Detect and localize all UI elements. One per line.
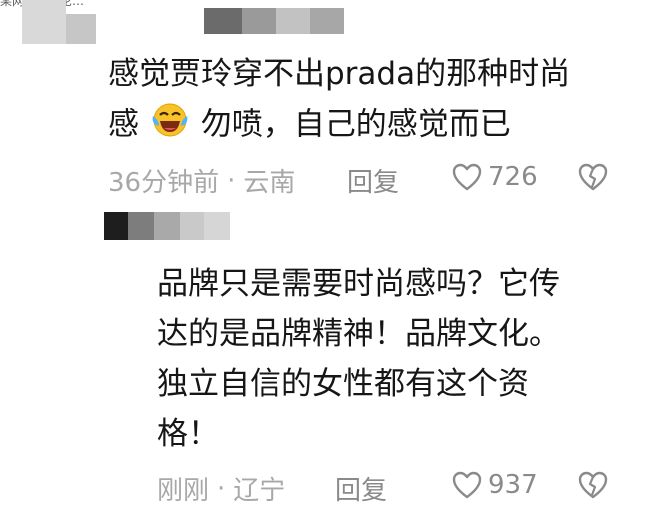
heart-icon xyxy=(452,163,482,191)
comment2-time: 刚刚 xyxy=(157,476,210,506)
comment2-line4: 格！ xyxy=(157,416,219,452)
comment2-like-button[interactable]: 937 xyxy=(452,470,538,500)
comment1-line2-start: 感 xyxy=(108,106,139,143)
meta-separator: · xyxy=(217,473,226,504)
comment1-line2-end: 勿喷，自己的感觉而已 xyxy=(200,106,511,143)
comment2-username-mosaic xyxy=(104,212,230,240)
comment2-meta: 刚刚 · 辽宁 xyxy=(157,470,285,507)
comment1-username-mosaic xyxy=(204,8,344,34)
comment1-line2: 感 勿喷，自己的感觉而已 xyxy=(108,100,511,152)
comment1-line1: 感觉贾玲穿不出prada的那种时尚 xyxy=(108,56,571,92)
comment1-reply-button[interactable]: 回复 xyxy=(347,162,399,199)
comment2-line1: 品牌只是需要时尚感吗？它传 xyxy=(157,266,560,302)
comment1-location: 云南 xyxy=(243,168,296,198)
comment1-dislike-button[interactable] xyxy=(578,163,608,195)
comment2-dislike-button[interactable] xyxy=(578,471,608,503)
comment2-line3: 独立自信的女性都有这个资 xyxy=(157,366,529,402)
comment1-meta: 36分钟前 · 云南 xyxy=(108,162,295,199)
comment2-location: 辽宁 xyxy=(233,476,286,506)
comment2-reply-button[interactable]: 回复 xyxy=(335,470,387,507)
top-cutoff-text-area: 某网友的评论… xyxy=(0,0,659,8)
broken-heart-icon xyxy=(578,471,608,499)
comment2-line2: 达的是品牌精神！品牌文化。 xyxy=(157,316,560,352)
comment1-time: 36分钟前 xyxy=(108,168,220,198)
comment1-like-count: 726 xyxy=(488,162,538,192)
broken-heart-icon xyxy=(578,163,608,191)
comment2-like-count: 937 xyxy=(488,470,538,500)
meta-separator: · xyxy=(227,165,236,196)
comment1-like-button[interactable]: 726 xyxy=(452,162,538,192)
laughing-crying-emoji-icon xyxy=(151,100,189,152)
heart-icon xyxy=(452,471,482,499)
comment1-username-blurred xyxy=(22,0,96,44)
